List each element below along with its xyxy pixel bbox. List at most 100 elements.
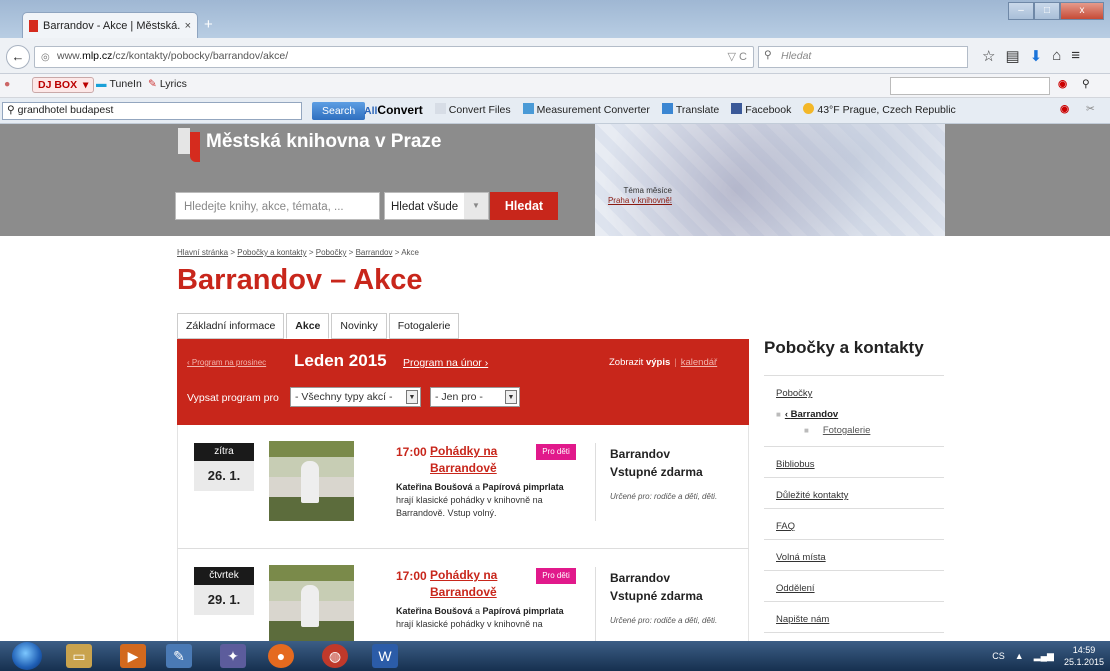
tunein-link[interactable]: ▬ TuneIn (96, 78, 142, 90)
addon-icon[interactable]: ● (4, 78, 10, 90)
windows-taskbar: ▭ ▶ ✎ ✦ ● ◍ W CS ▲ ▂▄▆ 14:59 25.1.2015 (0, 641, 1110, 671)
tab-news[interactable]: Novinky (331, 313, 387, 339)
page-tabs: Základní informace Akce Novinky Fotogale… (177, 313, 460, 339)
sidebar-item-contacts[interactable]: Důležité kontakty (764, 478, 944, 509)
tab-events[interactable]: Akce (286, 313, 330, 339)
page-title: Barrandov – Akce (177, 264, 423, 296)
convert-files-link[interactable]: Convert Files (434, 103, 511, 117)
media-player-icon[interactable]: ▶ (120, 644, 146, 668)
breadcrumb-contacts[interactable]: Pobočky a kontakty (237, 248, 306, 257)
event-day: čtvrtek (194, 567, 254, 585)
globe-icon: ◎ (41, 52, 50, 63)
view-list-option[interactable]: výpis (646, 357, 670, 368)
minimize-button[interactable]: – (1008, 2, 1034, 20)
toolbar-search-input[interactable] (890, 77, 1050, 95)
addon-ask-icon[interactable]: ◉ (1060, 103, 1069, 115)
reload-icon[interactable]: ▽ C (728, 50, 747, 63)
language-indicator[interactable]: CS (992, 651, 1005, 661)
weather-link[interactable]: 43°F Prague, Czech Republic (803, 103, 956, 117)
audience-select[interactable]: - Jen pro - ▼ (430, 387, 520, 407)
sidebar-item-pobocky[interactable]: Pobočky (764, 376, 944, 407)
app-icon[interactable]: ◍ (322, 644, 348, 668)
sidebar-item-barrandov[interactable]: ■ ‹ Barrandov (764, 407, 944, 425)
tray-arrow-icon[interactable]: ▲ (1015, 651, 1024, 661)
browser-navbar: ← ◎ www.mlp.cz/cz/kontakty/pobocky/barra… (0, 38, 1110, 74)
sidebar-item-fotogalerie[interactable]: ■ Fotogalerie (764, 425, 944, 447)
event-title-link[interactable]: Pohádky na Barrandově (430, 443, 530, 477)
nav-icons: ☆ ▤ ⬇ ⌂ ≡ (982, 47, 1080, 65)
next-month-link[interactable]: Program na únor › (403, 357, 488, 369)
program-panel: ‹ Program na prosinec Leden 2015 Program… (177, 339, 749, 425)
site-title[interactable]: Městská knihovna v Praze (206, 131, 442, 153)
clock[interactable]: 14:59 25.1.2015 (1064, 644, 1104, 668)
search-scope-select[interactable]: Hledat všude ▼ (384, 192, 489, 220)
tab-gallery[interactable]: Fotogalerie (388, 313, 460, 339)
bookmark-star-icon[interactable]: ☆ (982, 47, 995, 65)
tab-close-icon[interactable]: × (185, 20, 191, 32)
lyrics-link[interactable]: ✎ Lyrics (148, 78, 187, 90)
firefox-icon[interactable]: ● (268, 644, 294, 668)
back-button[interactable]: ← (6, 45, 30, 69)
translate-link[interactable]: Translate (661, 103, 719, 117)
toolbar2-search-button[interactable]: Search (312, 102, 366, 120)
view-calendar-link[interactable]: kalendář (681, 357, 717, 368)
current-month: Leden 2015 (294, 351, 387, 370)
sidebar-item-faq[interactable]: FAQ (764, 509, 944, 540)
explorer-icon[interactable]: ▭ (66, 644, 92, 668)
maximize-button[interactable]: □ (1034, 2, 1060, 20)
event-description: Kateřina Boušová a Papírová pimprlata hr… (396, 482, 564, 518)
breadcrumb-home[interactable]: Hlavní stránka (177, 248, 228, 257)
site-search-input[interactable]: Hledejte knihy, akce, témata, ... (175, 192, 380, 220)
signal-icon[interactable]: ▂▄▆ (1034, 651, 1054, 662)
reading-list-icon[interactable]: ▤ (1005, 47, 1019, 65)
event-thumbnail[interactable] (269, 565, 354, 645)
event-time: 17:00 (396, 569, 427, 583)
site-search-button[interactable]: Hledat (490, 192, 558, 220)
event-type-select[interactable]: - Všechny typy akcí - ▼ (290, 387, 421, 407)
new-tab-button[interactable]: + (204, 16, 213, 33)
breadcrumb-branches[interactable]: Pobočky (316, 248, 347, 257)
url-bar[interactable]: ◎ www.mlp.cz/cz/kontakty/pobocky/barrand… (34, 46, 754, 68)
toolbar2-search-input[interactable]: ⚲ grandhotel budapest (2, 102, 302, 120)
word-icon[interactable]: W (372, 644, 398, 668)
facebook-link[interactable]: Facebook (731, 103, 791, 117)
event-thumbnail[interactable] (269, 441, 354, 521)
chevron-down-icon: ▼ (464, 193, 488, 219)
search-placeholder: Hledat (781, 50, 812, 62)
measurement-converter-link[interactable]: Measurement Converter (522, 103, 650, 117)
sidebar-item-departments[interactable]: Oddělení (764, 571, 944, 602)
event-date: 26. 1. (194, 461, 254, 491)
menu-icon[interactable]: ≡ (1071, 47, 1080, 65)
allconvert-toolbar: ⚲ grandhotel budapest Search AllConvert … (0, 98, 1110, 124)
djbox-button[interactable]: DJ BOX ▾ (32, 77, 95, 93)
close-window-button[interactable]: x (1060, 2, 1104, 20)
event-category-badge[interactable]: Pro děti (536, 444, 576, 460)
search-icon: ⚲ (764, 49, 772, 61)
event-audience: Určené pro: rodiče a děti, děti. (610, 492, 718, 501)
event-title-link[interactable]: Pohádky na Barrandově (430, 567, 530, 601)
tab-basic-info[interactable]: Základní informace (177, 313, 285, 339)
theme-link[interactable]: Praha v knihovně! (608, 196, 672, 205)
sidebar-item-bibliobus[interactable]: Bibliobus (764, 447, 944, 478)
app-icon[interactable]: ✦ (220, 644, 246, 668)
home-icon[interactable]: ⌂ (1052, 47, 1061, 65)
event-category-badge[interactable]: Pro děti (536, 568, 576, 584)
library-logo-icon[interactable] (178, 128, 200, 166)
browser-search-input[interactable]: ⚲ Hledat (758, 46, 968, 68)
browser-tab[interactable]: Barrandov - Akce | Městská... × (22, 12, 198, 38)
prev-month-link[interactable]: ‹ Program na prosinec (187, 358, 266, 367)
sidebar-item-jobs[interactable]: Volná místa (764, 540, 944, 571)
sidebar-item-write-us[interactable]: Napište nám (764, 602, 944, 633)
addon-badge-icon[interactable]: ◉ (1058, 78, 1067, 90)
settings-icon[interactable]: ✂ (1086, 103, 1095, 115)
download-icon[interactable]: ⬇ (1030, 47, 1043, 65)
app-icon[interactable]: ✎ (166, 644, 192, 668)
toolbar-search-icon[interactable]: ⚲ (1082, 78, 1090, 90)
url-domain: mlp.cz (82, 50, 113, 62)
start-button[interactable] (12, 642, 42, 670)
breadcrumb-barrandov[interactable]: Barrandov (356, 248, 393, 257)
sidebar: Pobočky a kontakty Pobočky ■ ‹ Barrandov … (764, 338, 944, 633)
divider (595, 443, 596, 521)
allconvert-logo[interactable]: AllConvert (364, 103, 423, 117)
site-favicon-icon (29, 19, 38, 32)
